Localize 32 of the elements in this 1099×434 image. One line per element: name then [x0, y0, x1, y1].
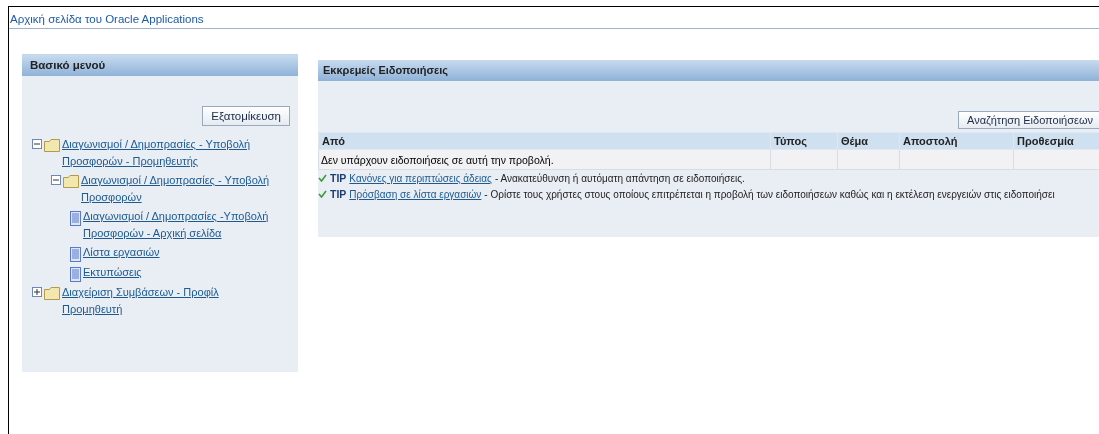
column-header: Από: [318, 132, 771, 150]
document-icon: [70, 211, 81, 226]
page-title: Αρχική σελίδα του Oracle Applications: [9, 7, 1099, 29]
menu-link[interactable]: Λίστα εργασιών: [83, 244, 300, 261]
tip-text: - Ανακατεύθυνση ή αυτόματη απάντηση σε ειδοποιήσεις.: [494, 172, 745, 184]
folder-icon: [44, 287, 60, 300]
tip-link[interactable]: Κανόνες για περιπτώσεις άδειας: [349, 172, 492, 184]
panel-header: Βασικό μενού: [22, 54, 298, 76]
tip-label: TIP: [330, 172, 347, 184]
search-notifications-button[interactable]: Αναζήτηση Ειδοποιήσεων: [958, 111, 1099, 129]
menu-link[interactable]: Διαγωνισμοί / Δημοπρασίες -Υποβολή Προσφορών - Αρχική σελίδα: [83, 208, 300, 242]
document-icon: [70, 267, 81, 282]
column-header: Θέμα: [837, 132, 900, 150]
column-header: Προθεσμία: [1013, 132, 1099, 150]
column-header: Τύπος: [770, 132, 838, 150]
document-icon: [70, 247, 81, 262]
menu-link[interactable]: Εκτυπώσεις: [83, 264, 300, 281]
tip-link[interactable]: Πρόσβαση σε λίστα εργασιών: [349, 188, 482, 200]
collapse-icon[interactable]: [51, 175, 61, 185]
personalize-button[interactable]: Εξατομίκευση: [202, 106, 290, 126]
menu-link[interactable]: Διαγωνισμοί / Δημοπρασίες - Υποβολή Προσφορών - Προμηθευτής: [62, 136, 262, 170]
folder-icon: [44, 139, 60, 152]
collapse-icon[interactable]: [32, 139, 42, 149]
expand-icon[interactable]: [32, 287, 42, 297]
column-header: Αποστολή: [899, 132, 1014, 150]
menu-link[interactable]: Διαχείριση Συμβάσεων - Προφίλ Προμηθευτή: [62, 284, 262, 318]
panel-header: Εκκρεμείς Ειδοποιήσεις: [318, 60, 1099, 81]
folder-icon: [63, 175, 79, 188]
table-cell: Δεν υπάρχουν ειδοποιήσεις σε αυτή την προβολή.: [321, 153, 554, 166]
tip-text: - Ορίστε τους χρήστες στους οποίους επιτρέπεται η προβολή των ειδοποιήσεων καθώς και η εκτέλεση ενεργειών στις ειδοποιήσει: [484, 188, 1055, 200]
menu-link[interactable]: Διαγωνισμοί / Δημοπρασίες - Υποβολή Προσφορών: [81, 172, 281, 206]
tip-label: TIP: [330, 188, 347, 200]
